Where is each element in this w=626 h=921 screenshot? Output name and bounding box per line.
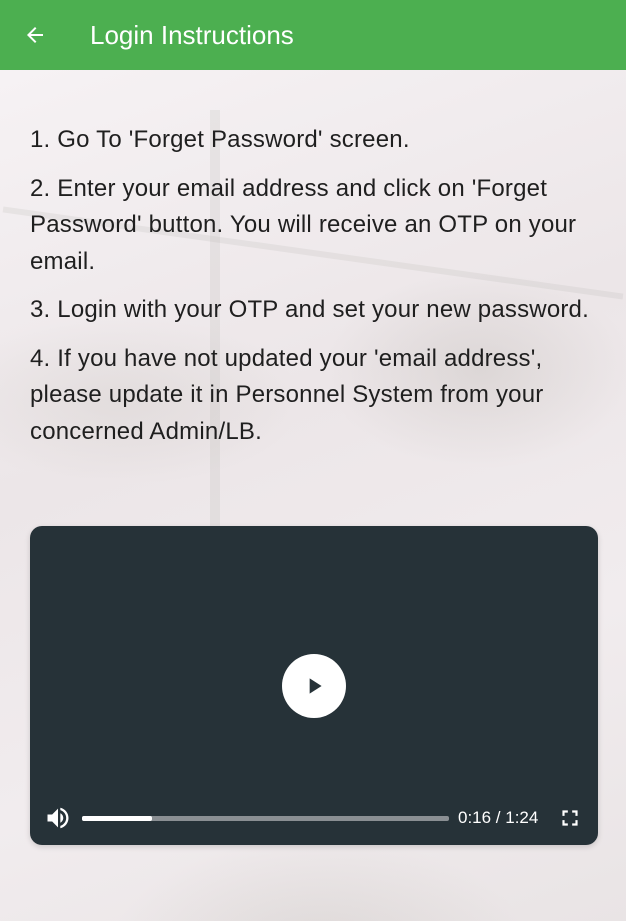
arrow-back-icon: [27, 27, 43, 43]
page-title: Login Instructions: [90, 20, 294, 50]
play-icon: [309, 678, 322, 694]
volume-button[interactable]: [44, 804, 72, 832]
progress-fill: [82, 816, 152, 821]
instruction-step-1: 1. Go To 'Forget Password' screen.: [30, 126, 410, 153]
fullscreen-icon: [562, 810, 578, 826]
video-player[interactable]: 0:16 / 1:24: [30, 526, 598, 845]
play-button[interactable]: [282, 654, 346, 718]
instruction-step-3: 3. Login with your OTP and set your new …: [30, 296, 589, 323]
instruction-step-2: 2. Enter your email address and click on…: [30, 174, 577, 275]
fullscreen-button[interactable]: [556, 804, 584, 832]
progress-bar[interactable]: [82, 816, 449, 821]
volume-icon: [47, 807, 69, 829]
instruction-step-4: 4. If you have not updated your 'email a…: [30, 344, 544, 445]
time-display: 0:16 / 1:24: [458, 808, 539, 827]
instructions-list: 1. Go To 'Forget Password' screen. 2. En…: [30, 122, 602, 462]
app-bar: Login Instructions: [0, 0, 626, 70]
back-button[interactable]: [20, 20, 50, 50]
